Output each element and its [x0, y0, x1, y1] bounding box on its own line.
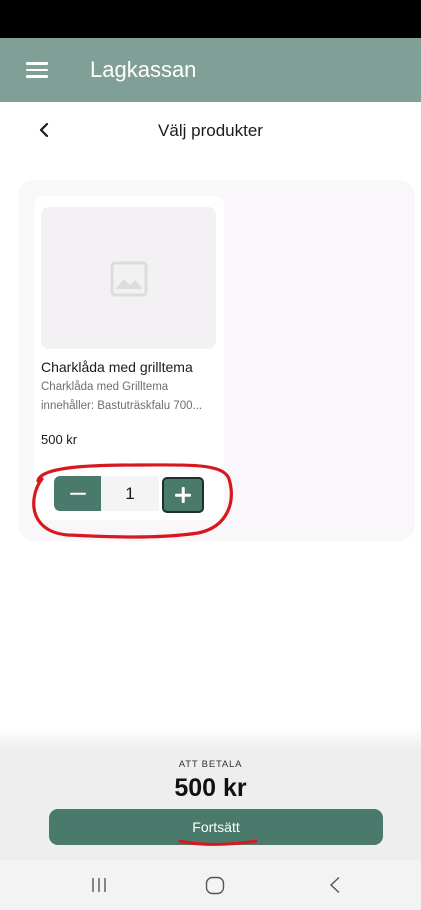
menu-icon[interactable]: [26, 62, 48, 78]
product-price: 500 kr: [41, 432, 78, 447]
total-amount: 500 kr: [174, 774, 247, 802]
image-icon: [110, 261, 148, 297]
home-icon[interactable]: [205, 876, 225, 895]
status-bar: [0, 0, 421, 38]
product-description-line: Charklåda med Grilltema: [41, 381, 169, 393]
total-label: ATT BETALA: [178, 759, 243, 770]
app-bar: [0, 38, 421, 102]
product-name: Charklåda med grilltema: [41, 359, 193, 375]
product-description: Charklåda med Grilltema innehåller: Bast…: [41, 378, 219, 416]
red-underline-annotation: [178, 839, 258, 846]
recents-icon[interactable]: [91, 877, 107, 893]
page-title: Välj produkter: [158, 121, 263, 140]
app-title: Lagkassan: [90, 57, 197, 82]
bottom-fade: [0, 728, 421, 750]
red-annotation-circle: [32, 463, 233, 539]
product-description-line: innehåller: Bastuträskfalu 700...: [41, 400, 203, 412]
back-icon[interactable]: [328, 876, 342, 894]
